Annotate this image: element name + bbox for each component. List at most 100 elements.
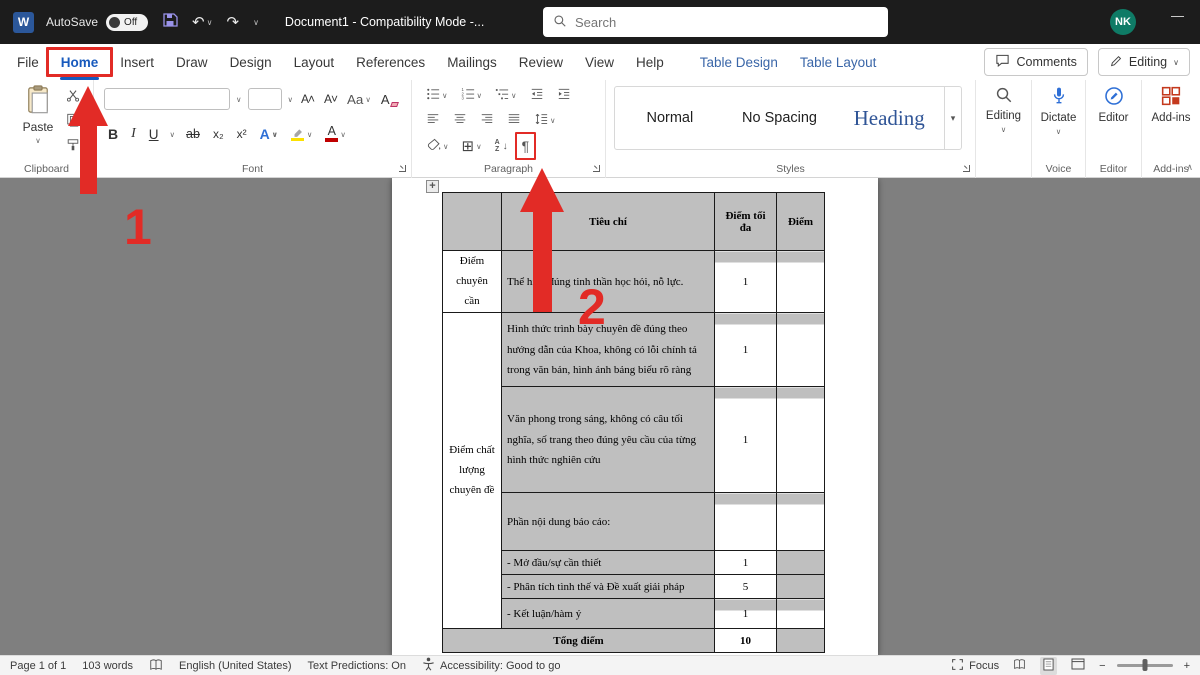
- word-count[interactable]: 103 words: [82, 660, 133, 672]
- table-cell[interactable]: 10: [715, 629, 777, 653]
- editor-button[interactable]: Editor: [1086, 86, 1141, 124]
- zoom-out-button[interactable]: −: [1099, 660, 1105, 672]
- shading-button[interactable]: ∨: [424, 136, 451, 156]
- highlight-button[interactable]: ∨: [289, 126, 315, 143]
- borders-button[interactable]: ⊞∨: [460, 138, 484, 155]
- zoom-slider[interactable]: [1117, 664, 1173, 667]
- search-input[interactable]: [575, 15, 878, 30]
- align-right-button[interactable]: [478, 111, 496, 130]
- print-layout-button[interactable]: [1040, 657, 1057, 675]
- strikethrough-button[interactable]: ab: [184, 126, 202, 142]
- document-title[interactable]: Document1 - Compatibility Mode -...: [285, 15, 484, 29]
- underline-button[interactable]: U: [147, 126, 161, 143]
- show-formatting-marks-button[interactable]: ¶: [519, 138, 533, 154]
- style-heading[interactable]: Heading: [834, 87, 944, 149]
- table-cell[interactable]: [777, 387, 825, 493]
- tab-table-layout[interactable]: Table Layout: [789, 44, 888, 80]
- table-cell[interactable]: 1: [715, 551, 777, 575]
- table-cell[interactable]: Hình thức trình bày chuyên đề đúng theo …: [502, 313, 715, 387]
- redo-button[interactable]: ↷: [226, 13, 239, 31]
- table-cell[interactable]: 1: [715, 599, 777, 629]
- editing-group-button[interactable]: Editing ∨: [976, 86, 1031, 134]
- tab-insert[interactable]: Insert: [109, 44, 165, 80]
- zoom-in-button[interactable]: +: [1184, 660, 1190, 672]
- justify-button[interactable]: [505, 111, 523, 130]
- paste-button[interactable]: Paste ∨: [16, 85, 60, 159]
- dictate-button[interactable]: Dictate ∨: [1032, 86, 1085, 136]
- font-name-input[interactable]: [104, 88, 230, 110]
- shrink-font-button[interactable]: A˅: [322, 91, 339, 107]
- table-cell[interactable]: Điểm chất lượng chuyên đề: [443, 313, 502, 629]
- undo-button[interactable]: ↶∨: [192, 13, 212, 31]
- tab-mailings[interactable]: Mailings: [436, 44, 508, 80]
- style-no-spacing[interactable]: No Spacing: [725, 87, 835, 149]
- table-cell[interactable]: Điểm chuyên cần: [443, 251, 502, 313]
- user-avatar[interactable]: NK: [1110, 9, 1136, 35]
- qat-more-button[interactable]: ∨: [253, 18, 259, 27]
- table-cell[interactable]: 5: [715, 575, 777, 599]
- multilevel-list-button[interactable]: ∨: [493, 86, 519, 105]
- tab-file[interactable]: File: [6, 44, 50, 80]
- table-cell[interactable]: 1: [715, 251, 777, 313]
- text-predictions-indicator[interactable]: Text Predictions: On: [308, 660, 406, 672]
- zoom-slider-knob[interactable]: [1142, 659, 1147, 671]
- styles-gallery-more-button[interactable]: ▾: [944, 87, 961, 149]
- tab-layout[interactable]: Layout: [283, 44, 346, 80]
- table-cell[interactable]: [777, 629, 825, 653]
- tab-view[interactable]: View: [574, 44, 625, 80]
- font-size-input[interactable]: [248, 88, 282, 110]
- table-header-max[interactable]: Điểm tối đa: [715, 193, 777, 251]
- read-mode-button[interactable]: [1010, 657, 1029, 674]
- minimize-button[interactable]: —: [1171, 8, 1184, 23]
- align-center-button[interactable]: [451, 111, 469, 130]
- save-button[interactable]: [162, 12, 178, 32]
- bullets-button[interactable]: ∨: [424, 86, 450, 105]
- tab-design[interactable]: Design: [219, 44, 283, 80]
- clear-formatting-button[interactable]: A: [379, 91, 392, 108]
- table-cell[interactable]: [715, 493, 777, 551]
- text-effects-button[interactable]: A∨: [258, 125, 280, 143]
- font-dialog-launcher[interactable]: [399, 165, 406, 172]
- table-cell[interactable]: 1: [715, 387, 777, 493]
- table-cell[interactable]: [777, 599, 825, 629]
- superscript-button[interactable]: x²: [235, 126, 249, 142]
- styles-dialog-launcher[interactable]: [963, 165, 970, 172]
- search-box[interactable]: [543, 7, 888, 37]
- editing-mode-button[interactable]: Editing ∨: [1098, 48, 1190, 76]
- table-cell[interactable]: Văn phong trong sáng, không có câu tối n…: [502, 387, 715, 493]
- paragraph-dialog-launcher[interactable]: [593, 165, 600, 172]
- increase-indent-button[interactable]: [555, 86, 573, 105]
- table-cell[interactable]: Phần nội dung báo cáo:: [502, 493, 715, 551]
- decrease-indent-button[interactable]: [528, 86, 546, 105]
- table-header-score[interactable]: Điểm: [777, 193, 825, 251]
- change-case-button[interactable]: Aa∨: [345, 91, 373, 108]
- tab-table-design[interactable]: Table Design: [689, 44, 789, 80]
- table-cell[interactable]: [777, 313, 825, 387]
- table-cell[interactable]: - Mở đầu/sự cần thiết: [502, 551, 715, 575]
- table-cell[interactable]: [443, 193, 502, 251]
- style-normal[interactable]: Normal: [615, 87, 725, 149]
- tab-home[interactable]: Home: [50, 44, 110, 80]
- focus-button[interactable]: Focus: [951, 658, 999, 674]
- subscript-button[interactable]: x₂: [211, 126, 226, 142]
- table-cell[interactable]: - Phân tích tình thế và Đề xuất giải phá…: [502, 575, 715, 599]
- tab-review[interactable]: Review: [508, 44, 574, 80]
- bold-button[interactable]: B: [106, 125, 120, 143]
- table-cell[interactable]: 1: [715, 313, 777, 387]
- chevron-down-icon[interactable]: ∨: [288, 95, 294, 104]
- word-app-icon[interactable]: W: [13, 12, 34, 33]
- tab-help[interactable]: Help: [625, 44, 675, 80]
- proofing-button[interactable]: [149, 658, 163, 674]
- grow-font-button[interactable]: A˄: [299, 91, 316, 107]
- comments-button[interactable]: Comments: [984, 48, 1087, 76]
- table-cell[interactable]: [777, 493, 825, 551]
- page-indicator[interactable]: Page 1 of 1: [10, 660, 66, 672]
- language-indicator[interactable]: English (United States): [179, 660, 292, 672]
- table-cell[interactable]: [777, 251, 825, 313]
- numbering-button[interactable]: 123∨: [459, 86, 485, 105]
- web-layout-button[interactable]: [1068, 657, 1088, 674]
- accessibility-indicator[interactable]: Accessibility: Good to go: [422, 657, 560, 674]
- document-page[interactable]: + Tiêu chí Điểm tối đa Điểm Điểm chuyên …: [392, 178, 878, 655]
- addins-button[interactable]: Add-ins: [1142, 86, 1200, 124]
- table-cell[interactable]: - Kết luận/hàm ý: [502, 599, 715, 629]
